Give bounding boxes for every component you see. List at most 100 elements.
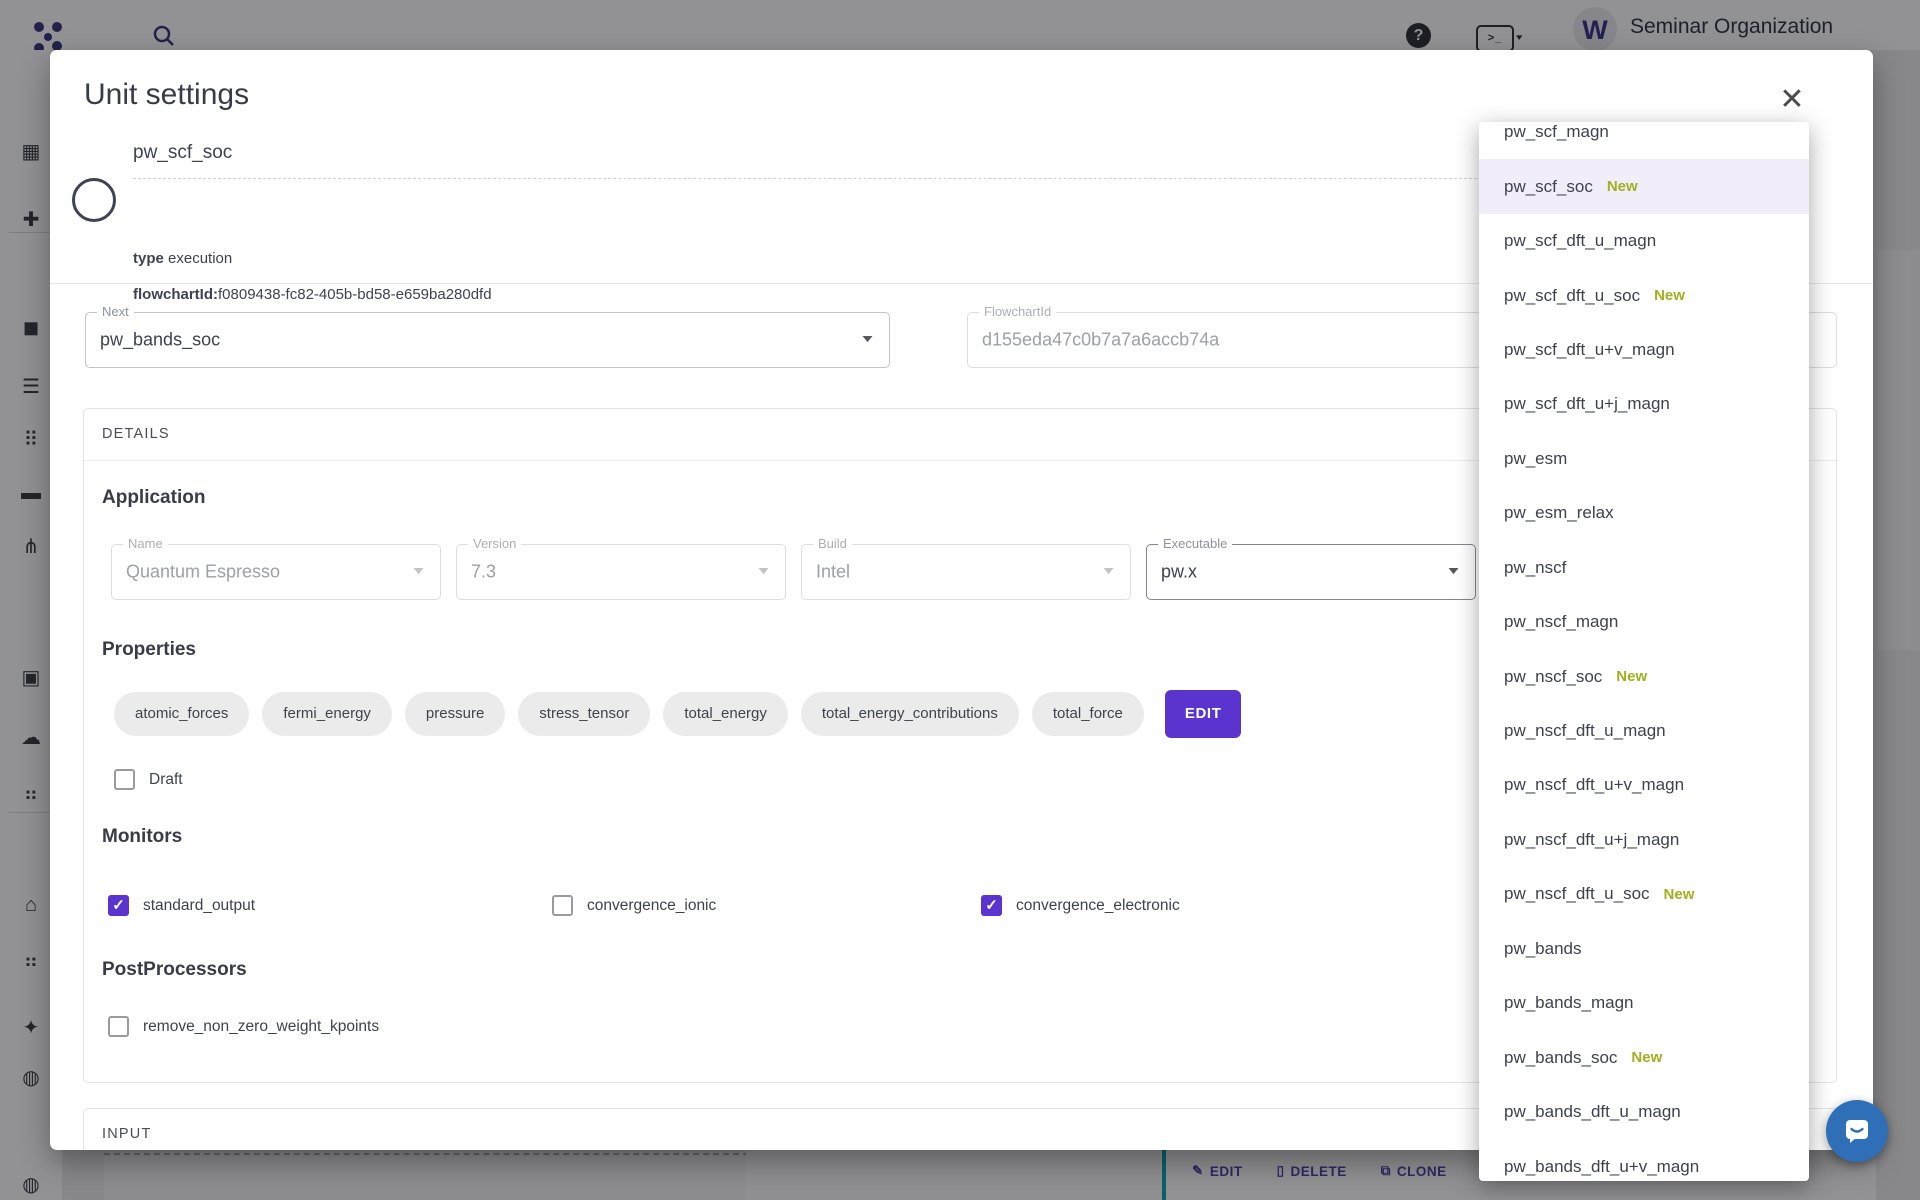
option-pw_scf_dft_u_soc[interactable]: pw_scf_dft_u_soc New	[1479, 268, 1809, 322]
option-label: pw_nscf	[1504, 558, 1566, 578]
convergence_electronic-checkbox-item[interactable]: ✓convergence_electronic	[981, 895, 1180, 916]
chevron-down-icon[interactable]: ▼	[1445, 565, 1462, 577]
option-label: pw_scf_soc	[1504, 177, 1593, 197]
type-label: type	[133, 250, 164, 267]
new-badge: New	[1664, 886, 1695, 903]
monitors-heading: Monitors	[102, 826, 182, 848]
postprocessors-heading: PostProcessors	[102, 959, 247, 981]
chevron-down-icon: ▼	[1100, 565, 1117, 577]
unit-flowchart-line: flowchartId:f0809438-fc82-405b-bd58-e659…	[133, 286, 492, 303]
standard_output-checkbox-item[interactable]: ✓ standard_output	[108, 895, 255, 916]
name-label: Name	[123, 536, 168, 551]
option-pw_nscf_dft_u_magn[interactable]: pw_nscf_dft_u_magn	[1479, 704, 1809, 758]
unit-name: pw_scf_soc	[133, 142, 232, 164]
property-chip[interactable]: total_force	[1032, 692, 1144, 736]
executable-value: pw.x	[1161, 562, 1197, 583]
flowchartid-label: FlowchartId	[979, 304, 1056, 319]
properties-heading: Properties	[102, 639, 196, 661]
new-badge: New	[1607, 178, 1638, 195]
option-pw_bands_magn[interactable]: pw_bands_magn	[1479, 976, 1809, 1030]
close-icon[interactable]: ✕	[1772, 80, 1812, 120]
property-chip[interactable]: pressure	[405, 692, 505, 736]
chat-launcher-button[interactable]	[1826, 1100, 1888, 1162]
option-pw_esm[interactable]: pw_esm	[1479, 432, 1809, 486]
build-value: Intel	[816, 562, 850, 583]
property-chip[interactable]: total_energy	[663, 692, 788, 736]
option-label: pw_nscf_magn	[1504, 612, 1618, 632]
remove_non_zero_weight_kpoints-checkbox-item[interactable]: remove_non_zero_weight_kpoints	[108, 1016, 379, 1037]
next-value: pw_bands_soc	[100, 330, 220, 351]
option-pw_scf_dft_u+v_magn[interactable]: pw_scf_dft_u+v_magn	[1479, 323, 1809, 377]
option-label: pw_scf_dft_u_magn	[1504, 231, 1656, 251]
chat-bubble-icon	[1842, 1116, 1872, 1146]
option-pw_nscf[interactable]: pw_nscf	[1479, 541, 1809, 595]
remove_non_zero_weight_kpoints-checkbox[interactable]	[108, 1016, 129, 1037]
next-select[interactable]: Next pw_bands_soc ▼	[85, 312, 890, 368]
next-options-listbox: pw_scf_magn pw_scf_soc New pw_scf_dft_u_mag…	[1479, 122, 1809, 1181]
properties-chips: atomic_forces fermi_energy pressure stress_…	[114, 690, 1241, 738]
option-pw_bands_soc[interactable]: pw_bands_socNew	[1479, 1030, 1809, 1084]
details-header-label: DETAILS	[102, 426, 170, 442]
option-label: pw_nscf_dft_u+v_magn	[1504, 775, 1684, 795]
new-badge: New	[1654, 287, 1685, 304]
option-label: pw_bands	[1504, 939, 1582, 959]
unit-shape-icon	[72, 178, 116, 222]
option-label: pw_scf_dft_u_soc	[1504, 286, 1640, 306]
checkbox-label: standard_output	[143, 897, 255, 915]
option-pw_bands[interactable]: pw_bands	[1479, 922, 1809, 976]
option-pw_esm_relax[interactable]: pw_esm_relax	[1479, 486, 1809, 540]
type-value: execution	[168, 250, 232, 267]
option-label: pw_bands_magn	[1504, 993, 1633, 1013]
option-pw_scf_soc[interactable]: pw_scf_soc New	[1479, 159, 1809, 213]
draft-label: Draft	[149, 771, 183, 789]
option-pw_scf_dft_u+j_magn[interactable]: pw_scf_dft_u+j_magn	[1479, 377, 1809, 431]
checkbox-label: convergence_ionic	[587, 897, 716, 915]
option-label: pw_esm_relax	[1504, 503, 1614, 523]
application-fields: NameQuantum Espresso▼Version7.3▼BuildInt…	[111, 544, 1476, 600]
chevron-down-icon: ▼	[410, 565, 427, 577]
option-label: pw_scf_dft_u+v_magn	[1504, 340, 1675, 360]
option-pw_bands_dft_u_magn[interactable]: pw_bands_dft_u_magn	[1479, 1085, 1809, 1139]
option-pw_bands_dft_u+v_magn[interactable]: pw_bands_dft_u+v_magn	[1479, 1139, 1809, 1181]
dialog-title: Unit settings	[84, 78, 249, 112]
option-pw_nscf_magn[interactable]: pw_nscf_magn	[1479, 595, 1809, 649]
standard_output-checkbox[interactable]: ✓	[108, 895, 129, 916]
draft-checkbox[interactable]	[114, 769, 135, 790]
convergence_ionic-checkbox[interactable]	[552, 895, 573, 916]
option-label: pw_nscf_dft_u_soc	[1504, 884, 1650, 904]
convergence_ionic-checkbox-item[interactable]: convergence_ionic	[552, 895, 716, 916]
option-label: pw_scf_dft_u+j_magn	[1504, 394, 1670, 414]
chevron-down-icon[interactable]: ▼	[859, 333, 876, 345]
edit-properties-button[interactable]: EDIT	[1165, 690, 1242, 738]
option-label: pw_bands_soc	[1504, 1048, 1617, 1068]
name-select: NameQuantum Espresso▼	[111, 544, 441, 600]
property-chip[interactable]: stress_tensor	[518, 692, 650, 736]
name-value: Quantum Espresso	[126, 562, 280, 583]
property-chip[interactable]: atomic_forces	[114, 692, 249, 736]
convergence_electronic-checkbox[interactable]: ✓	[981, 895, 1002, 916]
option-pw_nscf_dft_u+j_magn[interactable]: pw_nscf_dft_u+j_magn	[1479, 813, 1809, 867]
draft-checkbox-item[interactable]: Draft	[114, 769, 183, 790]
option-pw_scf_dft_u_magn[interactable]: pw_scf_dft_u_magn	[1479, 214, 1809, 268]
flowchart-label: flowchartId:	[133, 286, 218, 303]
checkbox-label: remove_non_zero_weight_kpoints	[143, 1018, 379, 1036]
executable-select[interactable]: Executablepw.x▼	[1146, 544, 1476, 600]
version-value: 7.3	[471, 562, 496, 583]
option-label: pw_scf_magn	[1504, 122, 1609, 142]
new-badge: New	[1616, 668, 1647, 685]
executable-label: Executable	[1158, 536, 1232, 551]
property-chip[interactable]: fermi_energy	[262, 692, 392, 736]
build-label: Build	[813, 536, 852, 551]
option-pw_nscf_dft_u_soc[interactable]: pw_nscf_dft_u_soc New	[1479, 867, 1809, 921]
build-select: BuildIntel▼	[801, 544, 1131, 600]
option-pw_nscf_soc[interactable]: pw_nscf_soc New	[1479, 649, 1809, 703]
option-label: pw_nscf_soc	[1504, 667, 1602, 687]
option-label: pw_bands_dft_u_magn	[1504, 1102, 1681, 1122]
option-label: pw_bands_dft_u+v_magn	[1504, 1157, 1699, 1177]
input-header-label: INPUT	[102, 1126, 152, 1142]
option-pw_nscf_dft_u+v_magn[interactable]: pw_nscf_dft_u+v_magn	[1479, 758, 1809, 812]
option-pw_scf_magn[interactable]: pw_scf_magn	[1479, 122, 1809, 159]
option-label: pw_nscf_dft_u_magn	[1504, 721, 1666, 741]
property-chip[interactable]: total_energy_contributions	[801, 692, 1019, 736]
application-heading: Application	[102, 487, 205, 509]
